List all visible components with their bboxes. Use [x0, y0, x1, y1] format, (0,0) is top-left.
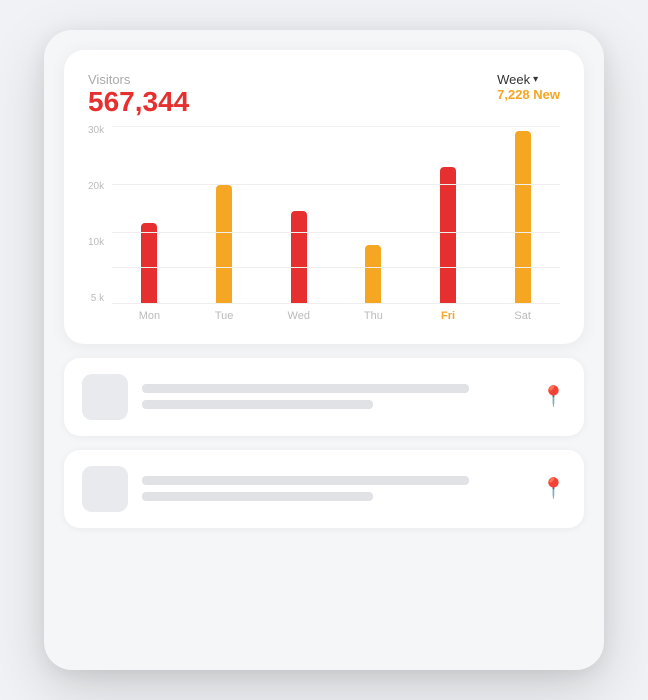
bar-sat-yellow [515, 131, 531, 303]
week-label: Week [497, 72, 530, 87]
bar-mon-red [141, 223, 157, 303]
chart-header: Visitors 567,344 Week ▾ 7,228 New [88, 72, 560, 120]
day-group-sat [485, 126, 560, 303]
bar-wed-red [291, 211, 307, 303]
day-group-thu [336, 126, 411, 303]
list-item-2[interactable]: 📍 [64, 450, 584, 528]
list-line-1-bottom [142, 400, 373, 409]
bar-thu-yellow [365, 245, 381, 303]
grid-line-mid [112, 232, 560, 233]
day-group-mon [112, 126, 187, 303]
visitors-count: 567,344 [88, 87, 189, 118]
bar-tue-yellow [216, 185, 232, 303]
x-label-tue: Tue [187, 310, 262, 322]
y-label-10k: 10k [88, 238, 104, 248]
x-label-wed: Wed [261, 310, 336, 322]
visitors-label: Visitors [88, 72, 189, 87]
x-label-sat: Sat [485, 310, 560, 322]
y-label-20k: 20k [88, 182, 104, 192]
new-count: 7,228 New [497, 87, 560, 102]
x-label-mon: Mon [112, 310, 187, 322]
bar-fri-red [440, 167, 456, 303]
day-group-fri [411, 126, 486, 303]
week-dropdown[interactable]: Week ▾ [497, 72, 560, 87]
chart-area: Mon Tue Wed Thu Fri Sat [112, 126, 560, 326]
list-content-2 [142, 476, 527, 501]
list-thumb-2 [82, 466, 128, 512]
pin-icon-1: 📍 [541, 384, 566, 409]
right-header: Week ▾ 7,228 New [497, 72, 560, 102]
grid-line-low [112, 267, 560, 268]
phone-frame: Visitors 567,344 Week ▾ 7,228 New 30k 20… [44, 30, 604, 670]
day-group-tue [187, 126, 262, 303]
y-axis: 30k 20k 10k 5 k [88, 126, 112, 326]
list-line-1-top [142, 384, 469, 393]
list-line-2-bottom [142, 492, 373, 501]
x-label-fri: Fri [411, 310, 486, 322]
chevron-down-icon: ▾ [533, 74, 538, 85]
x-labels: Mon Tue Wed Thu Fri Sat [112, 310, 560, 322]
visitors-section: Visitors 567,344 [88, 72, 189, 120]
list-line-2-top [142, 476, 469, 485]
pin-icon-2: 📍 [541, 476, 566, 501]
bar-chart: 30k 20k 10k 5 k [88, 126, 560, 326]
list-content-1 [142, 384, 527, 409]
x-label-thu: Thu [336, 310, 411, 322]
day-group-wed [261, 126, 336, 303]
bars-row [112, 126, 560, 304]
y-label-30k: 30k [88, 126, 104, 136]
y-label-5k: 5 k [91, 294, 104, 304]
chart-card: Visitors 567,344 Week ▾ 7,228 New 30k 20… [64, 50, 584, 344]
list-thumb-1 [82, 374, 128, 420]
list-item-1[interactable]: 📍 [64, 358, 584, 436]
